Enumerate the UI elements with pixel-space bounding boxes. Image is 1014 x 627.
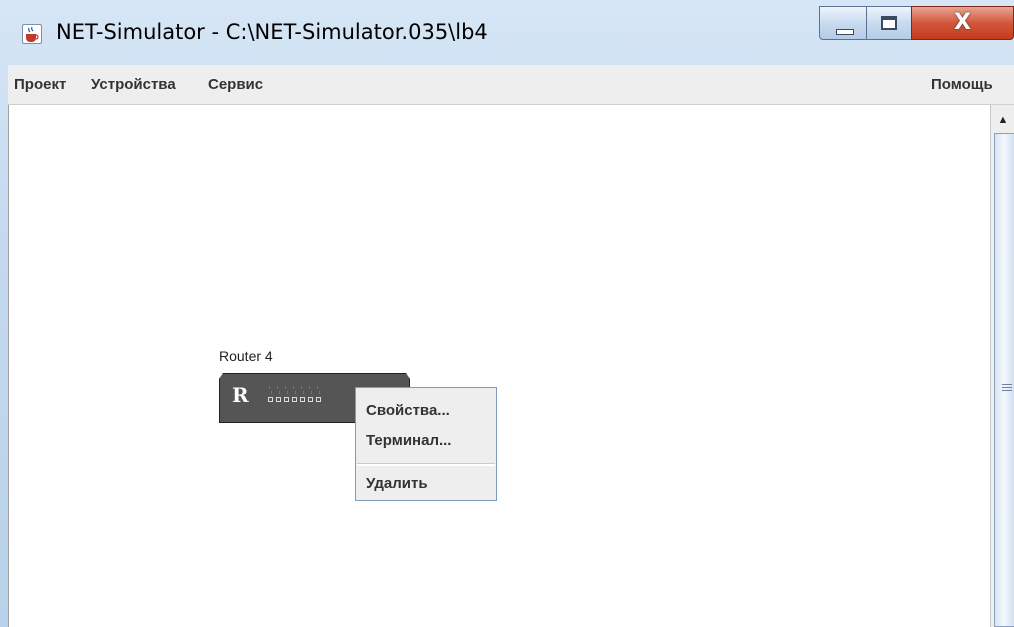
router-port[interactable] (308, 397, 313, 402)
close-button[interactable]: X (911, 6, 1014, 40)
network-canvas[interactable] (8, 105, 990, 627)
port-led (295, 391, 296, 394)
port-led (271, 391, 272, 394)
port-led (277, 386, 278, 389)
window-title: NET-Simulator - C:\NET-Simulator.035\lb4 (56, 20, 488, 44)
menu-bar: Проект Устройства Сервис Помощь (8, 65, 1014, 105)
minimize-icon (836, 29, 854, 35)
window-frame: NET-Simulator - C:\NET-Simulator.035\lb4… (0, 0, 1014, 627)
port-led (311, 391, 312, 394)
router-port[interactable] (268, 397, 273, 402)
port-led (269, 386, 270, 389)
router-port[interactable] (292, 397, 297, 402)
menu-devices[interactable]: Устройства (91, 65, 176, 105)
maximize-button[interactable] (866, 6, 912, 40)
context-item-properties[interactable]: Свойства... (356, 396, 496, 426)
router-port[interactable] (316, 397, 321, 402)
caption-buttons: X (819, 6, 1014, 42)
router-letter: R (232, 383, 249, 407)
port-led (285, 386, 286, 389)
scroll-thumb[interactable] (994, 133, 1014, 627)
port-led (287, 391, 288, 394)
port-led (279, 391, 280, 394)
vertical-scrollbar[interactable]: ▲ (990, 105, 1014, 627)
java-cup-icon[interactable] (22, 24, 42, 44)
port-led (319, 391, 320, 394)
context-menu-separator (357, 463, 495, 466)
scroll-grip-line (1002, 384, 1012, 385)
device-label: Router 4 (219, 348, 273, 364)
scroll-up-arrow-icon[interactable]: ▲ (993, 108, 1013, 132)
router-port[interactable] (300, 397, 305, 402)
port-led (293, 386, 294, 389)
port-led (301, 386, 302, 389)
context-menu: Свойства... Терминал... Удалить (355, 387, 497, 501)
port-led (309, 386, 310, 389)
router-port[interactable] (276, 397, 281, 402)
menu-project[interactable]: Проект (14, 65, 66, 105)
menu-help[interactable]: Помощь (931, 65, 993, 105)
menu-service[interactable]: Сервис (208, 65, 263, 105)
port-led (317, 386, 318, 389)
context-item-delete[interactable]: Удалить (356, 469, 496, 499)
context-item-terminal[interactable]: Терминал... (356, 426, 496, 456)
router-port[interactable] (284, 397, 289, 402)
scroll-grip-line (1002, 390, 1012, 391)
title-bar[interactable]: NET-Simulator - C:\NET-Simulator.035\lb4… (0, 0, 1014, 64)
scroll-grip-line (1002, 387, 1012, 388)
minimize-button[interactable] (819, 6, 867, 40)
maximize-icon (881, 16, 897, 30)
close-icon: X (954, 10, 971, 35)
port-led (303, 391, 304, 394)
